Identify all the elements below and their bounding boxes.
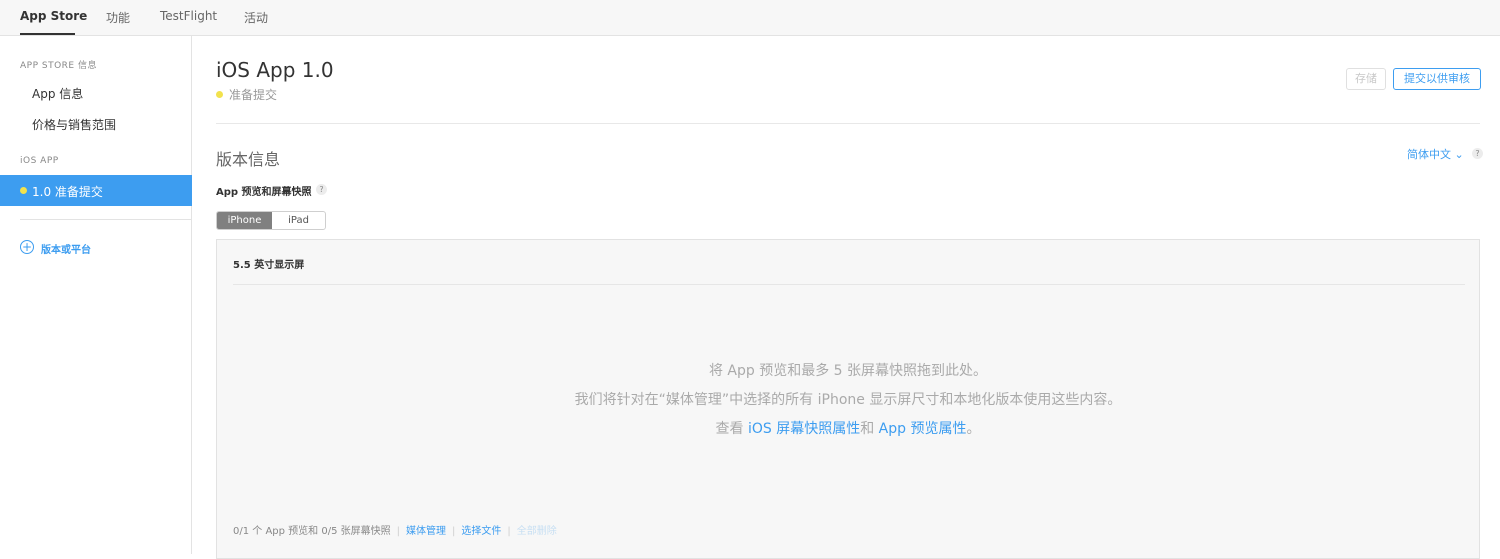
sidebar: APP STORE 信息 App 信息 价格与销售范围 iOS APP 1.0 … — [0, 36, 192, 554]
sidebar-heading-ios-app: iOS APP — [20, 156, 59, 166]
media-manage-link[interactable]: 媒体管理 — [406, 526, 446, 537]
add-version-or-platform-label: 版本或平台 — [41, 245, 91, 256]
sidebar-divider — [20, 219, 192, 220]
drop-instruction-line-2: 我们将针对在“媒体管理”中选择的所有 iPhone 显示屏尺寸和本地化版本使用这… — [574, 392, 1122, 408]
active-tab-indicator — [20, 33, 75, 35]
page-title: iOS App 1.0 — [216, 58, 334, 82]
app-preview-properties-link[interactable]: App 预览属性 — [879, 421, 967, 437]
sidebar-item-app-info[interactable]: App 信息 — [32, 85, 83, 102]
delete-all-link[interactable]: 全部删除 — [517, 526, 557, 537]
app-preview-screenshots-label: App 预览和屏幕快照 — [216, 187, 312, 198]
media-drop-zone[interactable]: 5.5 英寸显示屏 将 App 预览和最多 5 张屏幕快照拖到此处。 我们将针对… — [216, 239, 1480, 559]
drop-instruction-line-1: 将 App 预览和最多 5 张屏幕快照拖到此处。 — [708, 363, 988, 379]
main-content: iOS App 1.0 准备提交 存储 提交以供审核 版本信息 简体中文 ⌄ ?… — [192, 36, 1500, 559]
plus-circle-icon: + — [20, 240, 34, 254]
language-selector[interactable]: 简体中文 ⌄ — [1407, 146, 1464, 162]
drop-line3-prefix: 查看 — [715, 421, 748, 437]
tab-activity[interactable]: 活动 — [244, 9, 268, 26]
device-segmented-control: iPhone iPad — [216, 211, 326, 230]
status-badge: 准备提交 — [216, 86, 277, 103]
submit-for-review-button[interactable]: 提交以供审核 — [1393, 68, 1481, 90]
device-tab-iphone[interactable]: iPhone — [217, 212, 272, 229]
status-dot-icon — [216, 91, 223, 98]
sidebar-item-version-1-0[interactable]: 1.0 准备提交 — [0, 175, 192, 206]
sidebar-item-label: 1.0 准备提交 — [32, 185, 103, 199]
footer-separator: | — [452, 526, 456, 537]
drop-zone-divider — [233, 284, 1465, 285]
media-footer: 0/1 个 App 预览和 0/5 张屏幕快照 | 媒体管理 | 选择文件 | 全部删除 — [233, 522, 557, 537]
sidebar-heading-app-store-info: APP STORE 信息 — [20, 61, 97, 71]
ios-screenshot-properties-link[interactable]: iOS 屏幕快照属性 — [748, 421, 860, 437]
media-count: 0/1 个 App 预览和 0/5 张屏幕快照 — [233, 526, 391, 537]
status-dot-icon — [20, 187, 27, 194]
drop-line3-middle: 和 — [860, 421, 879, 437]
help-icon[interactable]: ? — [316, 184, 327, 195]
save-button[interactable]: 存储 — [1346, 68, 1386, 90]
display-size-label: 5.5 英寸显示屏 — [233, 260, 305, 271]
footer-separator: | — [507, 526, 511, 537]
choose-file-link[interactable]: 选择文件 — [461, 526, 501, 537]
sidebar-item-pricing[interactable]: 价格与销售范围 — [32, 116, 116, 133]
status-text: 准备提交 — [229, 88, 278, 102]
tab-testflight[interactable]: TestFlight — [160, 9, 217, 23]
drop-instruction-line-3: 查看 iOS 屏幕快照属性和 App 预览属性。 — [217, 418, 1479, 438]
top-navigation: App Store 功能 TestFlight 活动 — [0, 0, 1500, 36]
version-info-title: 版本信息 — [216, 150, 281, 169]
tab-app-store[interactable]: App Store — [20, 9, 87, 23]
footer-separator: | — [396, 526, 400, 537]
drop-line3-suffix: 。 — [966, 421, 981, 437]
header-divider — [216, 123, 1480, 124]
device-tab-ipad[interactable]: iPad — [272, 212, 325, 229]
tab-features[interactable]: 功能 — [106, 9, 130, 26]
help-icon[interactable]: ? — [1472, 148, 1483, 159]
